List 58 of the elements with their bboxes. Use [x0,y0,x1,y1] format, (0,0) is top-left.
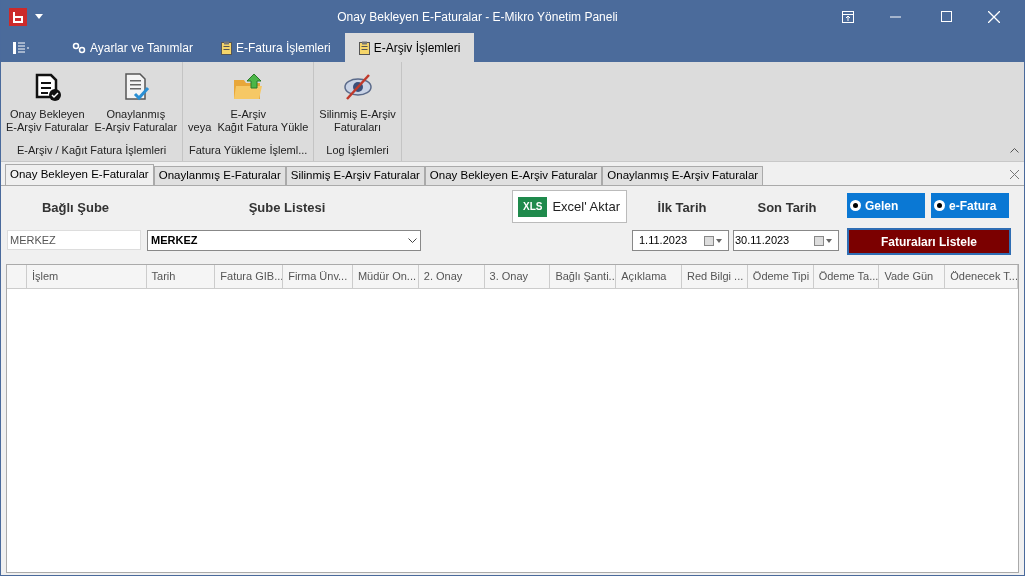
ribbon-group-label: E-Arşiv / Kağıt Fatura İşlemleri [15,142,168,158]
ribbon-button[interactable]: Silinmiş E-Arşiv Faturaları [316,72,399,142]
clipboard-icon [358,40,370,55]
field-label: Bağlı Şube [40,199,111,218]
crossed-eye-icon [341,72,374,102]
calendar-dropdown-icon [704,235,722,246]
ribbon-tab[interactable]: Ayarlar ve Tanımlar [58,33,207,62]
document-tab[interactable]: Onay Bekleyen E-Faturalar [5,164,154,185]
column-header[interactable]: Tarih [146,265,216,288]
column-header[interactable]: 2. Onay [418,265,485,288]
branch-dropdown[interactable]: MERKEZ [147,230,421,251]
column-header[interactable]: Red Bilgi ... [682,265,748,288]
list-invoices-button[interactable]: Faturaları Listele [847,228,1011,255]
ribbon-group-label: Fatura Yükleme İşleml... [188,142,309,158]
column-header[interactable]: Bağlı Şanti... [550,265,617,288]
document-tab[interactable]: Onaylanmış E-Faturalar [153,166,286,185]
excel-export-button[interactable]: XLS Excel' Aktar [512,190,627,223]
calendar-dropdown-icon [814,235,832,246]
ribbon-group-label: Log İşlemleri [325,142,390,158]
document-tab[interactable]: Onaylanmış E-Arşiv Faturalar [602,166,764,185]
gears-icon [72,41,86,54]
column-header[interactable]: İşlem [26,265,147,288]
close-icon[interactable] [1010,170,1019,179]
ribbon-tab[interactable]: E-Fatura İşlemleri [206,33,345,62]
folder-upload-icon [232,72,265,102]
ribbon-button[interactable]: Onay Bekleyen E-Arşiv Faturalar [3,72,92,142]
window-title: Onay Bekleyen E-Faturalar - E-Mikro Yönetim Paneli [336,8,619,26]
radio-option[interactable]: e-Fatura [931,193,1009,218]
date-field[interactable]: 1.11.2023 [632,230,729,251]
restore-layout-icon[interactable] [842,10,854,23]
date-field[interactable]: 30.11.2023 [733,230,839,251]
field-label: Şube Listesi [247,199,327,218]
column-header[interactable]: Ödenecek T... [945,265,1019,288]
column-header[interactable]: Vade Gün [879,265,946,288]
dropdown-caret-icon[interactable] [35,14,43,19]
field-label: Son Tarih [756,199,818,218]
ribbon-tab[interactable]: E-Arşiv İşlemleri [344,33,475,62]
menu-icon[interactable] [13,41,29,54]
column-header[interactable]: 3. Onay [484,265,551,288]
radio-option[interactable]: Gelen [847,193,925,218]
collapse-ribbon-icon[interactable] [1010,147,1019,153]
ribbon-button[interactable]: Onaylanmış E-Arşiv Faturalar [91,72,181,142]
column-header[interactable]: Fatura GIB... [215,265,284,288]
document-tab[interactable]: Onay Bekleyen E-Arşiv Faturalar [424,166,603,185]
branch-field[interactable]: MERKEZ [7,230,141,250]
column-header[interactable]: Açıklama [616,265,682,288]
field-label: İlk Tarih [656,199,708,218]
ribbon-button[interactable]: E-Arşiv veya Kağıt Fatura Yükle [185,72,312,142]
column-header[interactable]: Ödeme Ta... [813,265,880,288]
clipboard-icon [220,40,232,55]
app-logo-icon[interactable] [9,7,27,26]
document-tab[interactable]: Silinmiş E-Arşiv Faturalar [285,166,425,185]
maximize-icon[interactable] [941,11,952,22]
column-header[interactable]: Firma Ünv... [283,265,353,288]
column-header[interactable]: Müdür On... [352,265,419,288]
spreadsheet-icon: XLS [519,197,547,216]
chevron-down-icon [408,238,417,243]
column-header[interactable]: Ödeme Tipi [747,265,814,288]
